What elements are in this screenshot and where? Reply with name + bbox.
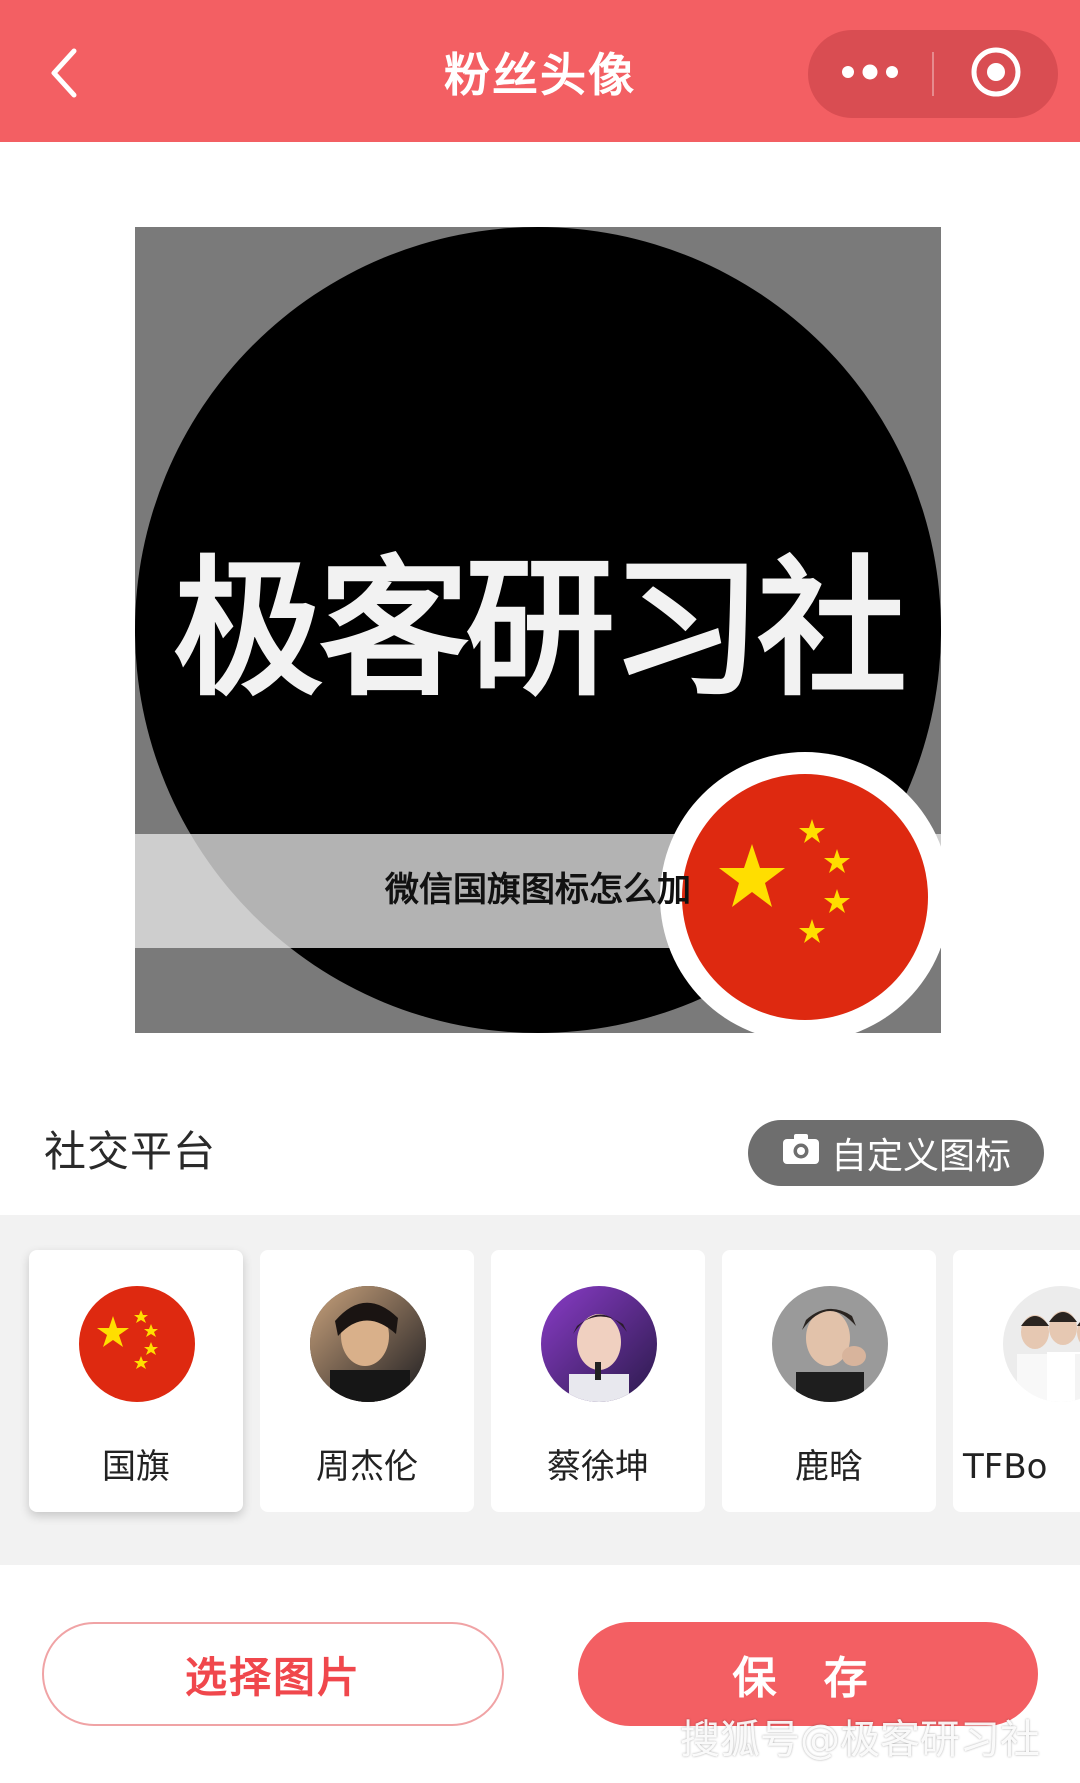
more-button[interactable] (808, 30, 932, 118)
menu-capsule (808, 30, 1058, 118)
template-label: TFBo (963, 1447, 1048, 1487)
section-title: 社交平台 (44, 1127, 217, 1176)
close-miniprogram-button[interactable] (934, 30, 1058, 118)
custom-icon-label: 自定义图标 (830, 1136, 1011, 1177)
template-card-portrait-2[interactable]: 蔡徐坤 (491, 1250, 705, 1512)
template-label: 周杰伦 (316, 1447, 418, 1487)
portrait-image (772, 1286, 888, 1402)
portrait-image (1003, 1286, 1080, 1402)
template-label: 国旗 (102, 1447, 170, 1487)
portrait-image (541, 1286, 657, 1402)
save-button[interactable]: 保 存 (578, 1622, 1038, 1726)
template-scroller[interactable]: 国旗 周杰伦 蔡徐坤 鹿晗 TFBo (0, 1215, 1080, 1565)
portrait-image (310, 1286, 426, 1402)
section-header: 社交平台 自定义图标 (0, 1100, 1080, 1215)
avatar-text: 极客研习社 (172, 543, 907, 717)
camera-icon (781, 1132, 821, 1175)
nav-header: 粉丝头像 (0, 0, 1080, 142)
watermark-text: 搜狐号@极客研习社 (680, 1717, 1040, 1763)
select-image-button[interactable]: 选择图片 (42, 1622, 504, 1726)
template-card-portrait-4[interactable]: TFBo (953, 1250, 1080, 1512)
page: 粉丝头像 极客研习社 微信国旗图标怎么加 社交平台 自定义图标 国旗 周杰伦 蔡… (0, 0, 1080, 1783)
template-card-portrait-1[interactable]: 周杰伦 (260, 1250, 474, 1512)
template-card-portrait-3[interactable]: 鹿晗 (722, 1250, 936, 1512)
more-dots-icon (840, 62, 900, 86)
china-flag-icon (79, 1286, 195, 1402)
avatar-preview: 极客研习社 微信国旗图标怎么加 (135, 227, 941, 1033)
template-card-flag[interactable]: 国旗 (29, 1250, 243, 1512)
preview-caption: 微信国旗图标怎么加 (385, 870, 691, 910)
template-label: 蔡徐坤 (547, 1447, 649, 1487)
target-close-icon (968, 44, 1024, 104)
template-label: 鹿晗 (795, 1447, 863, 1487)
custom-icon-button[interactable]: 自定义图标 (748, 1120, 1044, 1186)
